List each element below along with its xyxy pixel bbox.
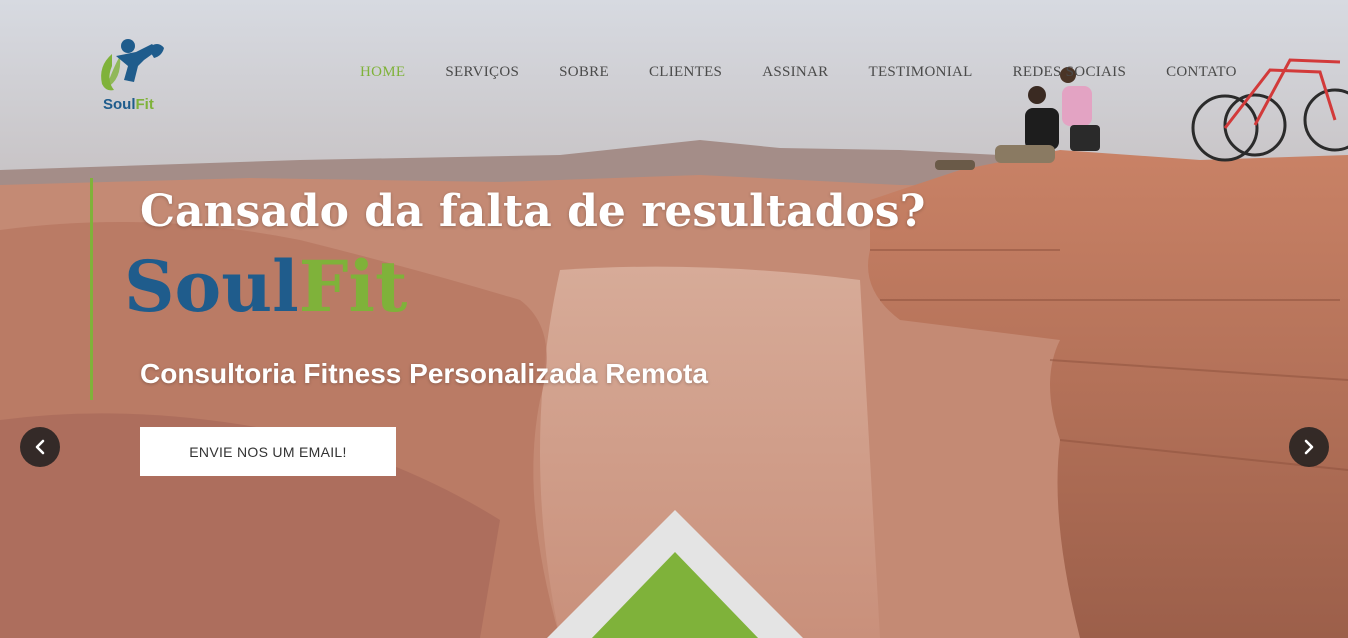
hero-subtitle: Consultoria Fitness Personalizada Remota (140, 358, 708, 389)
email-cta-button[interactable]: ENVIE NOS UM EMAIL! (140, 427, 396, 476)
nav-sobre[interactable]: SOBRE (559, 64, 609, 81)
nav-home[interactable]: HOME (360, 64, 405, 81)
soulfit-logo[interactable]: SoulFit (92, 36, 172, 120)
logo-figure-icon (101, 39, 164, 91)
chevron-right-icon (1304, 439, 1314, 455)
nav-redes-sociais[interactable]: REDES SOCIAIS (1013, 64, 1127, 81)
carousel-next-button[interactable] (1289, 427, 1329, 467)
nav-servicos[interactable]: SERVIÇOS (445, 64, 519, 81)
chevron-left-icon (35, 439, 45, 455)
nav-testimonial[interactable]: TESTIMONIAL (868, 64, 972, 81)
carousel-prev-button[interactable] (20, 427, 60, 467)
scroll-down-triangle[interactable] (545, 510, 805, 638)
hero-headline: Cansado da falta de resultados? (140, 186, 926, 237)
hero-accent-bar (90, 178, 93, 400)
main-nav: HOME SERVIÇOS SOBRE CLIENTES ASSINAR TES… (360, 64, 1277, 81)
hero-slider: SoulFit HOME SERVIÇOS SOBRE CLIENTES ASS… (0, 0, 1348, 638)
nav-assinar[interactable]: ASSINAR (762, 64, 828, 81)
logo-text: SoulFit (103, 96, 154, 113)
nav-contato[interactable]: CONTATO (1166, 64, 1237, 81)
hero-brand: SoulFit (124, 245, 408, 328)
nav-clientes[interactable]: CLIENTES (649, 64, 722, 81)
